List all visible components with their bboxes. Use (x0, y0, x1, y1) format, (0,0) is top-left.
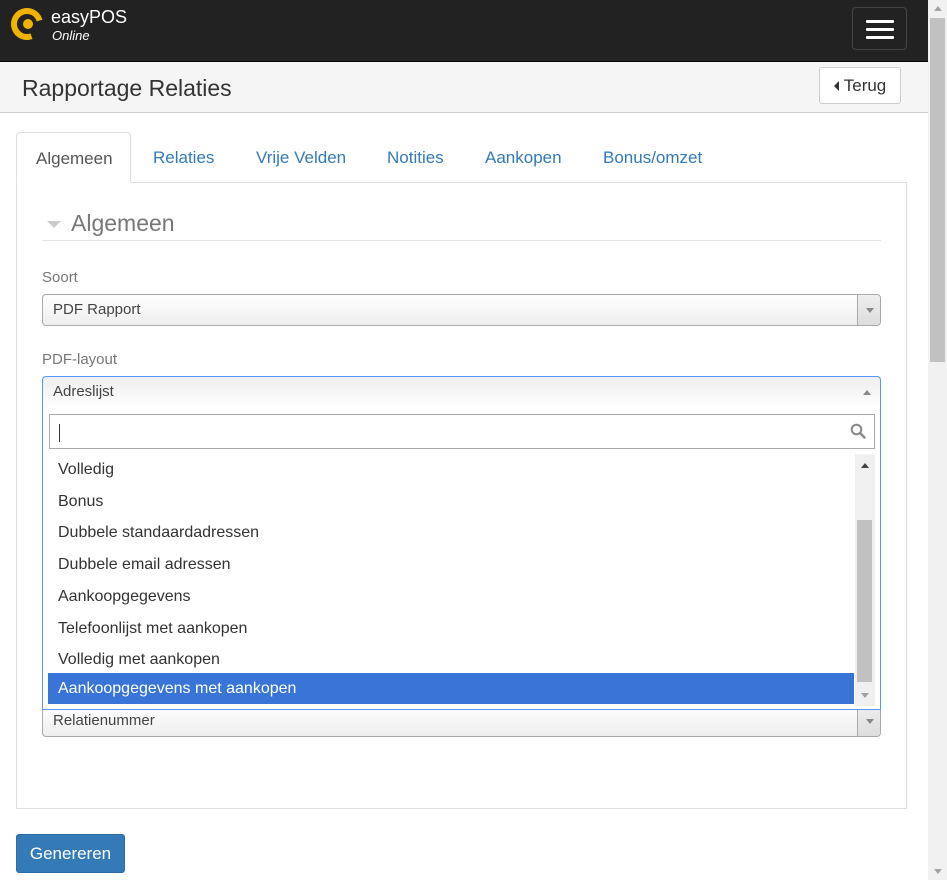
pdf-layout-label: PDF-layout (42, 351, 118, 368)
dropdown-option[interactable]: Telefoonlijst met aankopen (48, 613, 854, 644)
back-button[interactable]: Terug (819, 67, 901, 104)
dropdown-option-highlighted[interactable]: Aankoopgegevens met aankopen (48, 673, 854, 704)
tab-relaties[interactable]: Relaties (134, 132, 233, 183)
scroll-up-icon[interactable] (861, 463, 869, 468)
soort-value: PDF Rapport (53, 301, 141, 318)
brand-name[interactable]: easyPOS (51, 7, 127, 27)
collapse-triangle-icon (47, 221, 61, 228)
dropdown-option[interactable]: Volledig (48, 454, 854, 485)
tab-notities[interactable]: Notities (368, 132, 463, 183)
page-scrollbar[interactable] (928, 0, 947, 880)
section-header[interactable]: Algemeen (42, 210, 881, 241)
dropdown-option[interactable]: Dubbele email adressen (48, 549, 854, 580)
dropdown-option[interactable]: Dubbele standaardadressen (48, 517, 854, 548)
pdf-layout-dropdown: Volledig Bonus Dubbele standaardadressen… (42, 408, 881, 710)
scroll-down-icon[interactable] (934, 869, 942, 874)
scroll-up-icon[interactable] (934, 6, 942, 11)
brand-subtitle: Online (52, 28, 90, 43)
generate-button[interactable]: Genereren (16, 834, 125, 873)
back-button-label: Terug (843, 75, 887, 95)
pdf-layout-select[interactable]: Adreslijst (42, 376, 881, 408)
menu-toggle-button[interactable] (852, 7, 907, 50)
chevron-down-icon (866, 308, 874, 313)
chevron-up-icon (863, 390, 871, 395)
hamburger-icon (866, 20, 894, 23)
hamburger-icon (866, 36, 894, 39)
select-arrow[interactable] (857, 295, 880, 325)
dropdown-results: Volledig Bonus Dubbele standaardadressen… (48, 454, 854, 706)
dropdown-option[interactable]: Bonus (48, 486, 854, 517)
dropdown-scrollbar[interactable] (855, 454, 875, 706)
page-header: Rapportage Relaties Terug (0, 62, 928, 113)
soort-label: Soort (42, 269, 78, 286)
dropdown-scroll-thumb[interactable] (857, 520, 872, 682)
page-title: Rapportage Relaties (22, 75, 232, 101)
select-arrow[interactable] (857, 706, 880, 736)
tab-aankopen[interactable]: Aankopen (466, 132, 581, 183)
search-icon (850, 423, 866, 439)
page-scroll-thumb[interactable] (930, 18, 945, 362)
tab-algemeen[interactable]: Algemeen (16, 132, 131, 183)
tab-bonus-omzet[interactable]: Bonus/omzet (584, 132, 721, 183)
dropdown-option[interactable]: Aankoopgegevens (48, 581, 854, 612)
text-cursor (59, 424, 60, 442)
tab-vrije-velden[interactable]: Vrije Velden (237, 132, 365, 183)
soort-select[interactable]: PDF Rapport (42, 294, 881, 326)
pdf-layout-value: Adreslijst (53, 383, 114, 400)
hamburger-icon (866, 28, 894, 31)
caret-left-icon (833, 80, 839, 91)
sort-select-value: Relatienummer (53, 712, 155, 729)
dropdown-search-input[interactable] (49, 414, 875, 449)
scroll-down-icon[interactable] (861, 693, 869, 698)
top-navbar: easyPOS Online (0, 0, 928, 62)
chevron-down-icon (866, 719, 874, 724)
section-title: Algemeen (71, 210, 175, 236)
easypos-logo-icon[interactable] (11, 8, 43, 40)
tab-bar: Algemeen Relaties Vrije Velden Notities … (16, 132, 907, 183)
dropdown-option[interactable]: Volledig met aankopen (48, 644, 854, 675)
